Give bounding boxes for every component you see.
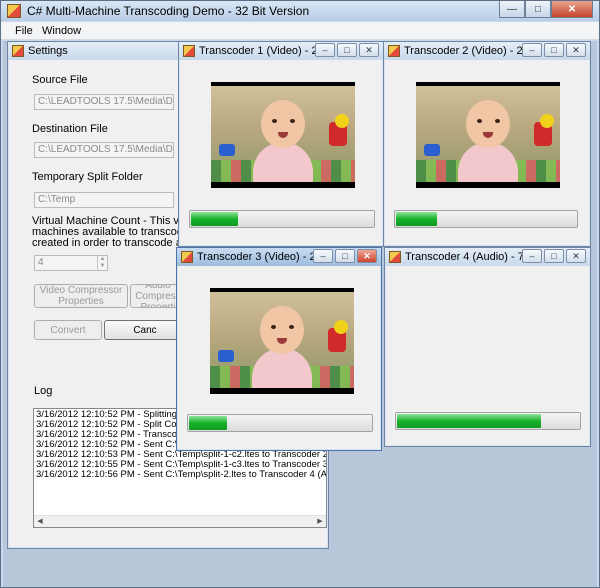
log-horizontal-scrollbar[interactable]: ◀ ▶ xyxy=(34,515,326,527)
settings-icon xyxy=(12,45,24,57)
split-folder-label: Temporary Split Folder xyxy=(32,171,143,183)
video-preview xyxy=(210,288,354,394)
transcoder-3-titlebar[interactable]: Transcoder 3 (Video) - 21% – □ ✕ xyxy=(177,248,381,266)
transcoder-4-titlebar[interactable]: Transcoder 4 (Audio) - 79% – □ ✕ xyxy=(385,248,590,266)
restore-icon[interactable]: □ xyxy=(335,249,355,263)
main-window: C# Multi-Machine Transcoding Demo - 32 B… xyxy=(0,0,600,588)
transcoder-2-window: Transcoder 2 (Video) - 23% – □ ✕ xyxy=(383,41,591,247)
transcoder-2-progress xyxy=(394,210,578,228)
progress-fill xyxy=(396,212,437,226)
transcoder-icon xyxy=(181,251,193,263)
convert-button[interactable]: Convert xyxy=(34,320,102,340)
progress-fill xyxy=(397,414,541,428)
transcoder-4-window: Transcoder 4 (Audio) - 79% – □ ✕ xyxy=(384,247,591,447)
source-file-label: Source File xyxy=(32,74,88,86)
minimize-icon[interactable]: – xyxy=(313,249,333,263)
transcoder-1-progress xyxy=(189,210,375,228)
mdi-client-area: Settings Source File C:\LEADTOOLS 17.5\M… xyxy=(3,41,597,587)
baby-image xyxy=(211,86,355,182)
vm-count-stepper[interactable]: 4 ▲ ▼ xyxy=(34,255,108,271)
vm-count-value: 4 xyxy=(38,257,44,268)
transcoder-2-titlebar[interactable]: Transcoder 2 (Video) - 23% – □ ✕ xyxy=(384,42,590,60)
destination-file-label: Destination File xyxy=(32,123,108,135)
transcoder-2-title: Transcoder 2 (Video) - 23% xyxy=(404,45,539,57)
transcoder-1-window: Transcoder 1 (Video) - 26% – □ ✕ xyxy=(178,41,384,247)
transcoder-icon xyxy=(183,45,195,57)
minimize-icon[interactable]: – xyxy=(315,43,335,57)
progress-fill xyxy=(191,212,238,226)
restore-icon[interactable]: □ xyxy=(544,43,564,57)
menubar: File Window xyxy=(1,22,599,40)
close-icon[interactable]: ✕ xyxy=(357,249,377,263)
log-label: Log xyxy=(34,385,53,397)
scroll-left-icon[interactable]: ◀ xyxy=(34,516,46,527)
transcoder-icon xyxy=(388,45,400,57)
split-folder-input[interactable]: C:\Temp xyxy=(34,192,174,208)
window-title: C# Multi-Machine Transcoding Demo - 32 B… xyxy=(27,4,310,18)
restore-icon[interactable]: □ xyxy=(544,249,564,263)
log-entry[interactable]: 3/16/2012 12:10:56 PM - Sent C:\Temp\spl… xyxy=(36,470,326,480)
source-file-input[interactable]: C:\LEADTOOLS 17.5\Media\DaDa_H26 xyxy=(34,94,174,110)
transcoder-1-titlebar[interactable]: Transcoder 1 (Video) - 26% – □ ✕ xyxy=(179,42,383,60)
menu-file[interactable]: File xyxy=(15,25,33,37)
close-icon[interactable]: ✕ xyxy=(566,43,586,57)
transcoder-icon xyxy=(389,251,401,263)
restore-icon[interactable]: □ xyxy=(337,43,357,57)
scroll-right-icon[interactable]: ▶ xyxy=(314,516,326,527)
settings-title: Settings xyxy=(28,45,68,57)
video-compressor-button[interactable]: Video Compressor Properties xyxy=(34,284,128,308)
cancel-button[interactable]: Canc xyxy=(104,320,186,340)
minimize-icon[interactable]: – xyxy=(522,43,542,57)
close-icon[interactable]: ✕ xyxy=(566,249,586,263)
baby-image xyxy=(416,86,560,182)
baby-image xyxy=(210,292,354,388)
transcoder-3-progress xyxy=(187,414,373,432)
maximize-button[interactable]: □ xyxy=(525,1,551,18)
close-icon[interactable]: ✕ xyxy=(359,43,379,57)
close-button[interactable]: ✕ xyxy=(551,1,593,18)
video-preview xyxy=(211,82,355,188)
menu-window[interactable]: Window xyxy=(42,25,81,37)
minimize-button[interactable]: — xyxy=(499,1,525,18)
caption-buttons: — □ ✕ xyxy=(499,1,593,19)
progress-fill xyxy=(189,416,227,430)
spinner-arrows-icon[interactable]: ▲ ▼ xyxy=(97,256,107,270)
transcoder-1-title: Transcoder 1 (Video) - 26% xyxy=(199,45,334,57)
video-preview xyxy=(416,82,560,188)
destination-file-input[interactable]: C:\LEADTOOLS 17.5\Media\DaDa_H26 xyxy=(34,142,174,158)
app-icon xyxy=(7,4,21,18)
minimize-icon[interactable]: – xyxy=(522,249,542,263)
transcoder-3-window: Transcoder 3 (Video) - 21% – □ ✕ xyxy=(176,247,382,451)
main-titlebar[interactable]: C# Multi-Machine Transcoding Demo - 32 B… xyxy=(1,1,599,21)
transcoder-4-title: Transcoder 4 (Audio) - 79% xyxy=(405,251,540,263)
transcoder-4-progress xyxy=(395,412,581,430)
transcoder-3-title: Transcoder 3 (Video) - 21% xyxy=(197,251,332,263)
